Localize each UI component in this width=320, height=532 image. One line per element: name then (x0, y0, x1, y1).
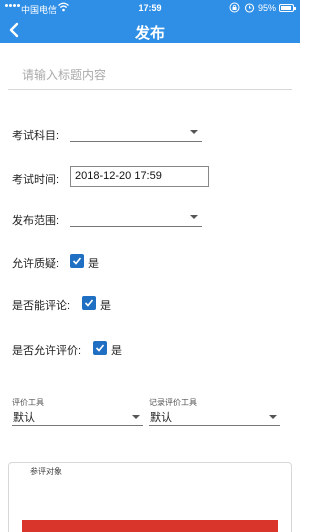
title-input[interactable] (8, 60, 292, 90)
allow-comment-label: 是否能评论: (12, 300, 71, 312)
scope-label: 发布范围: (12, 215, 60, 227)
allow-question-yes-label: 是 (88, 258, 99, 270)
record-tool-value: 默认 (150, 412, 172, 424)
battery-percentage: 95% (258, 3, 277, 13)
status-bar: 中国电信 17:59 95% (0, 0, 300, 17)
allow-evaluation-label: 是否允许评价: (12, 345, 82, 357)
lock-rotation-icon (229, 2, 240, 13)
checkmark-icon (84, 299, 94, 307)
allow-comment-yes-label: 是 (100, 300, 111, 312)
alarm-icon (244, 3, 255, 13)
scope-select[interactable] (70, 207, 202, 227)
subject-label: 考试科目: (12, 130, 60, 142)
chevron-down-icon (132, 415, 140, 419)
time-label: 考试时间: (12, 174, 60, 186)
allow-evaluation-checkbox[interactable] (93, 341, 107, 355)
eval-tool-value: 默认 (13, 412, 35, 424)
record-tool-select[interactable]: 默认 (149, 407, 280, 426)
battery-icon (279, 4, 296, 12)
battery-level-fill (281, 6, 292, 10)
chevron-down-icon (190, 130, 198, 134)
eval-tool-select[interactable]: 默认 (12, 407, 143, 426)
allow-comment-checkbox[interactable] (82, 296, 96, 310)
allow-question-checkbox[interactable] (70, 254, 84, 268)
submit-button[interactable] (22, 520, 278, 532)
allow-evaluation-yes-label: 是 (111, 345, 122, 357)
allow-question-label: 允许质疑: (12, 258, 60, 270)
subject-select[interactable] (70, 122, 202, 142)
chevron-down-icon (269, 415, 277, 419)
nav-bar: 发布 (0, 17, 300, 43)
chevron-down-icon (190, 215, 198, 219)
participants-legend: 参评对象 (25, 466, 67, 477)
exam-time-input[interactable]: 2018-12-20 17:59 (70, 166, 209, 187)
checkmark-icon (72, 257, 82, 265)
checkmark-icon (95, 344, 105, 352)
status-time: 17:59 (138, 3, 162, 13)
page-title: 发布 (134, 25, 165, 42)
